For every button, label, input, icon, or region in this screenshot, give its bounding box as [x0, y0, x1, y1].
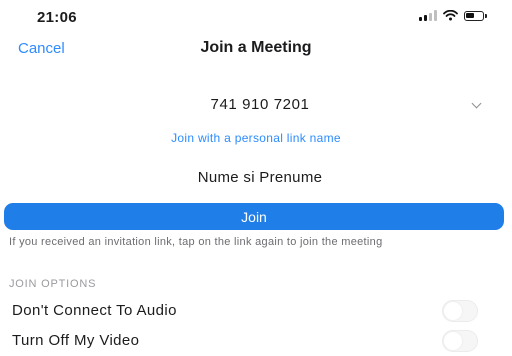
status-bar: 21:06: [0, 0, 512, 34]
page-title: Join a Meeting: [200, 39, 312, 56]
status-time: 21:06: [37, 9, 77, 26]
status-icons: [419, 10, 487, 21]
option-row-video: Turn Off My Video: [0, 326, 512, 356]
video-toggle[interactable]: [442, 330, 478, 352]
invitation-hint-text: If you received an invitation link, tap …: [9, 236, 383, 248]
meeting-id-field[interactable]: 741 910 7201: [30, 92, 490, 120]
display-name-input[interactable]: [30, 164, 490, 190]
join-button[interactable]: Join: [4, 203, 504, 230]
signal-icon: [419, 10, 437, 21]
option-row-audio: Don't Connect To Audio: [0, 296, 512, 326]
wifi-icon: [443, 10, 458, 21]
option-label-audio: Don't Connect To Audio: [12, 302, 177, 319]
personal-link-name-link[interactable]: Join with a personal link name: [0, 131, 512, 145]
join-options-header: JOIN OPTIONS: [9, 278, 97, 290]
meeting-id-value: 741 910 7201: [210, 96, 310, 113]
audio-toggle[interactable]: [442, 300, 478, 322]
nav-bar: Cancel Join a Meeting: [0, 34, 512, 64]
battery-icon: [464, 10, 487, 21]
option-label-video: Turn Off My Video: [12, 332, 140, 349]
